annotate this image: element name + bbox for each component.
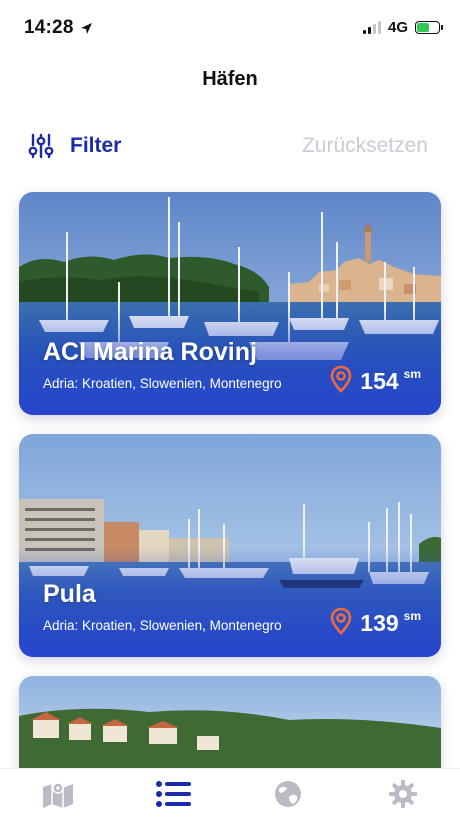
harbor-photo (19, 676, 441, 776)
gear-icon (388, 779, 417, 808)
distance-unit: sm (403, 609, 421, 623)
signal-icon (362, 21, 381, 34)
harbor-card[interactable]: Pula Adria: Kroatien, Slowenien, Montene… (19, 434, 441, 657)
harbor-card[interactable]: ACI Marina Rovinj Adria: Kroatien, Slowe… (19, 192, 441, 415)
filter-label: Filter (70, 134, 122, 157)
status-bar: 14:28 4G (0, 0, 460, 56)
reset-button[interactable]: Zurücksetzen (302, 134, 428, 158)
status-time: 14:28 (24, 17, 93, 39)
harbor-distance: 154 sm (330, 365, 421, 393)
harbor-name: Pula (43, 580, 96, 608)
harbor-name: ACI Marina Rovinj (43, 338, 257, 366)
distance-value: 154 (360, 368, 399, 394)
harbor-list: ACI Marina Rovinj Adria: Kroatien, Slowe… (19, 192, 441, 795)
distance-value: 139 (360, 610, 399, 636)
tab-bar (0, 768, 460, 818)
map-icon (42, 781, 73, 808)
filter-button[interactable]: Filter (28, 132, 121, 160)
network-type: 4G (387, 19, 408, 36)
tab-map[interactable] (28, 774, 88, 814)
globe-icon (274, 780, 301, 807)
battery-icon (415, 21, 443, 34)
status-time-label: 14:28 (24, 17, 74, 38)
location-pin-icon (330, 365, 352, 393)
sliders-icon (28, 133, 54, 159)
harbor-distance: 139 sm (330, 607, 421, 635)
harbor-region: Adria: Kroatien, Slowenien, Montenegro (43, 376, 282, 391)
filter-bar: Filter Zurücksetzen (28, 130, 428, 162)
harbor-region: Adria: Kroatien, Slowenien, Montenegro (43, 618, 282, 633)
distance-unit: sm (403, 367, 421, 381)
location-pin-icon (330, 607, 352, 635)
tab-list[interactable] (143, 774, 203, 814)
list-icon (155, 780, 191, 807)
tab-globe[interactable] (258, 774, 318, 814)
harbor-card[interactable] (19, 676, 441, 776)
page-title: Häfen (202, 68, 258, 90)
tab-settings[interactable] (373, 774, 433, 814)
location-arrow-icon (80, 22, 92, 34)
status-indicators: 4G (362, 19, 443, 36)
